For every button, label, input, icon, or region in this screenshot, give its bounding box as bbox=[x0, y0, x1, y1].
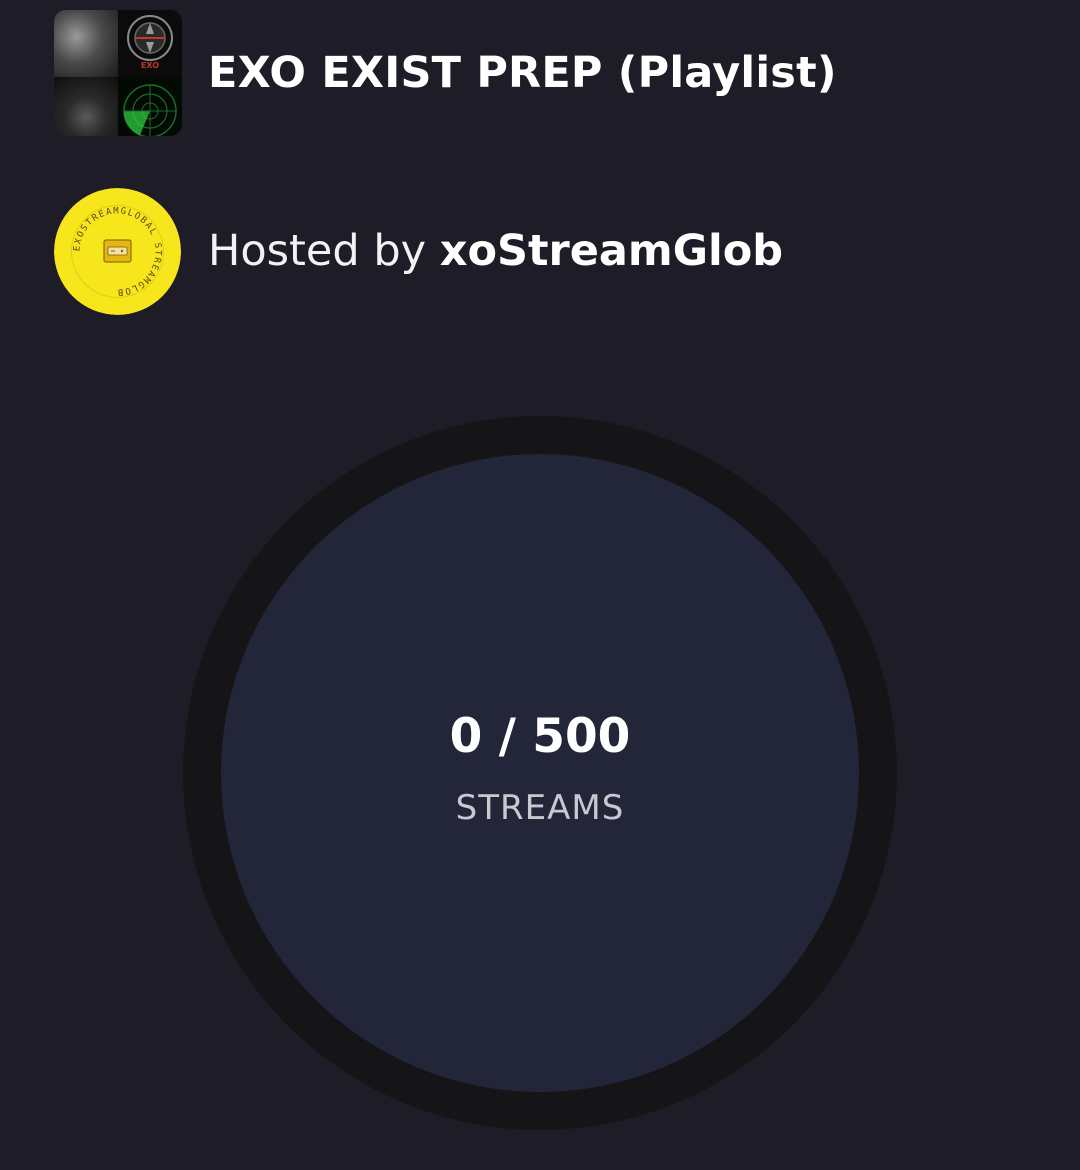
cover-tile-radar bbox=[118, 77, 182, 136]
playlist-header: EXO EXO EXIST PREP (Playlist) bbox=[54, 10, 837, 136]
host-caption: Hosted by xoStreamGlob bbox=[208, 226, 783, 276]
cover-tile-whale bbox=[54, 77, 118, 136]
stream-label: STREAMS bbox=[455, 787, 625, 828]
svg-text:EXO: EXO bbox=[141, 61, 159, 70]
host-row[interactable]: EXOSTREAMGLOBAL STREAMGLOB Hosted by xoS… bbox=[54, 187, 783, 315]
playlist-cover-image[interactable]: EXO bbox=[54, 10, 182, 136]
cover-tile-portrait bbox=[54, 10, 118, 77]
progress-center: 0 / 500 STREAMS bbox=[183, 416, 897, 1130]
cover-tile-exo-logo: EXO bbox=[118, 10, 182, 77]
host-prefix: Hosted by bbox=[208, 226, 440, 276]
stream-count: 0 / 500 bbox=[449, 708, 631, 764]
playlist-title: EXO EXIST PREP (Playlist) bbox=[208, 48, 837, 98]
stream-progress-ring: 0 / 500 STREAMS bbox=[183, 416, 897, 1130]
host-name[interactable]: xoStreamGlob bbox=[440, 226, 783, 276]
host-avatar[interactable]: EXOSTREAMGLOBAL STREAMGLOB bbox=[54, 187, 181, 315]
